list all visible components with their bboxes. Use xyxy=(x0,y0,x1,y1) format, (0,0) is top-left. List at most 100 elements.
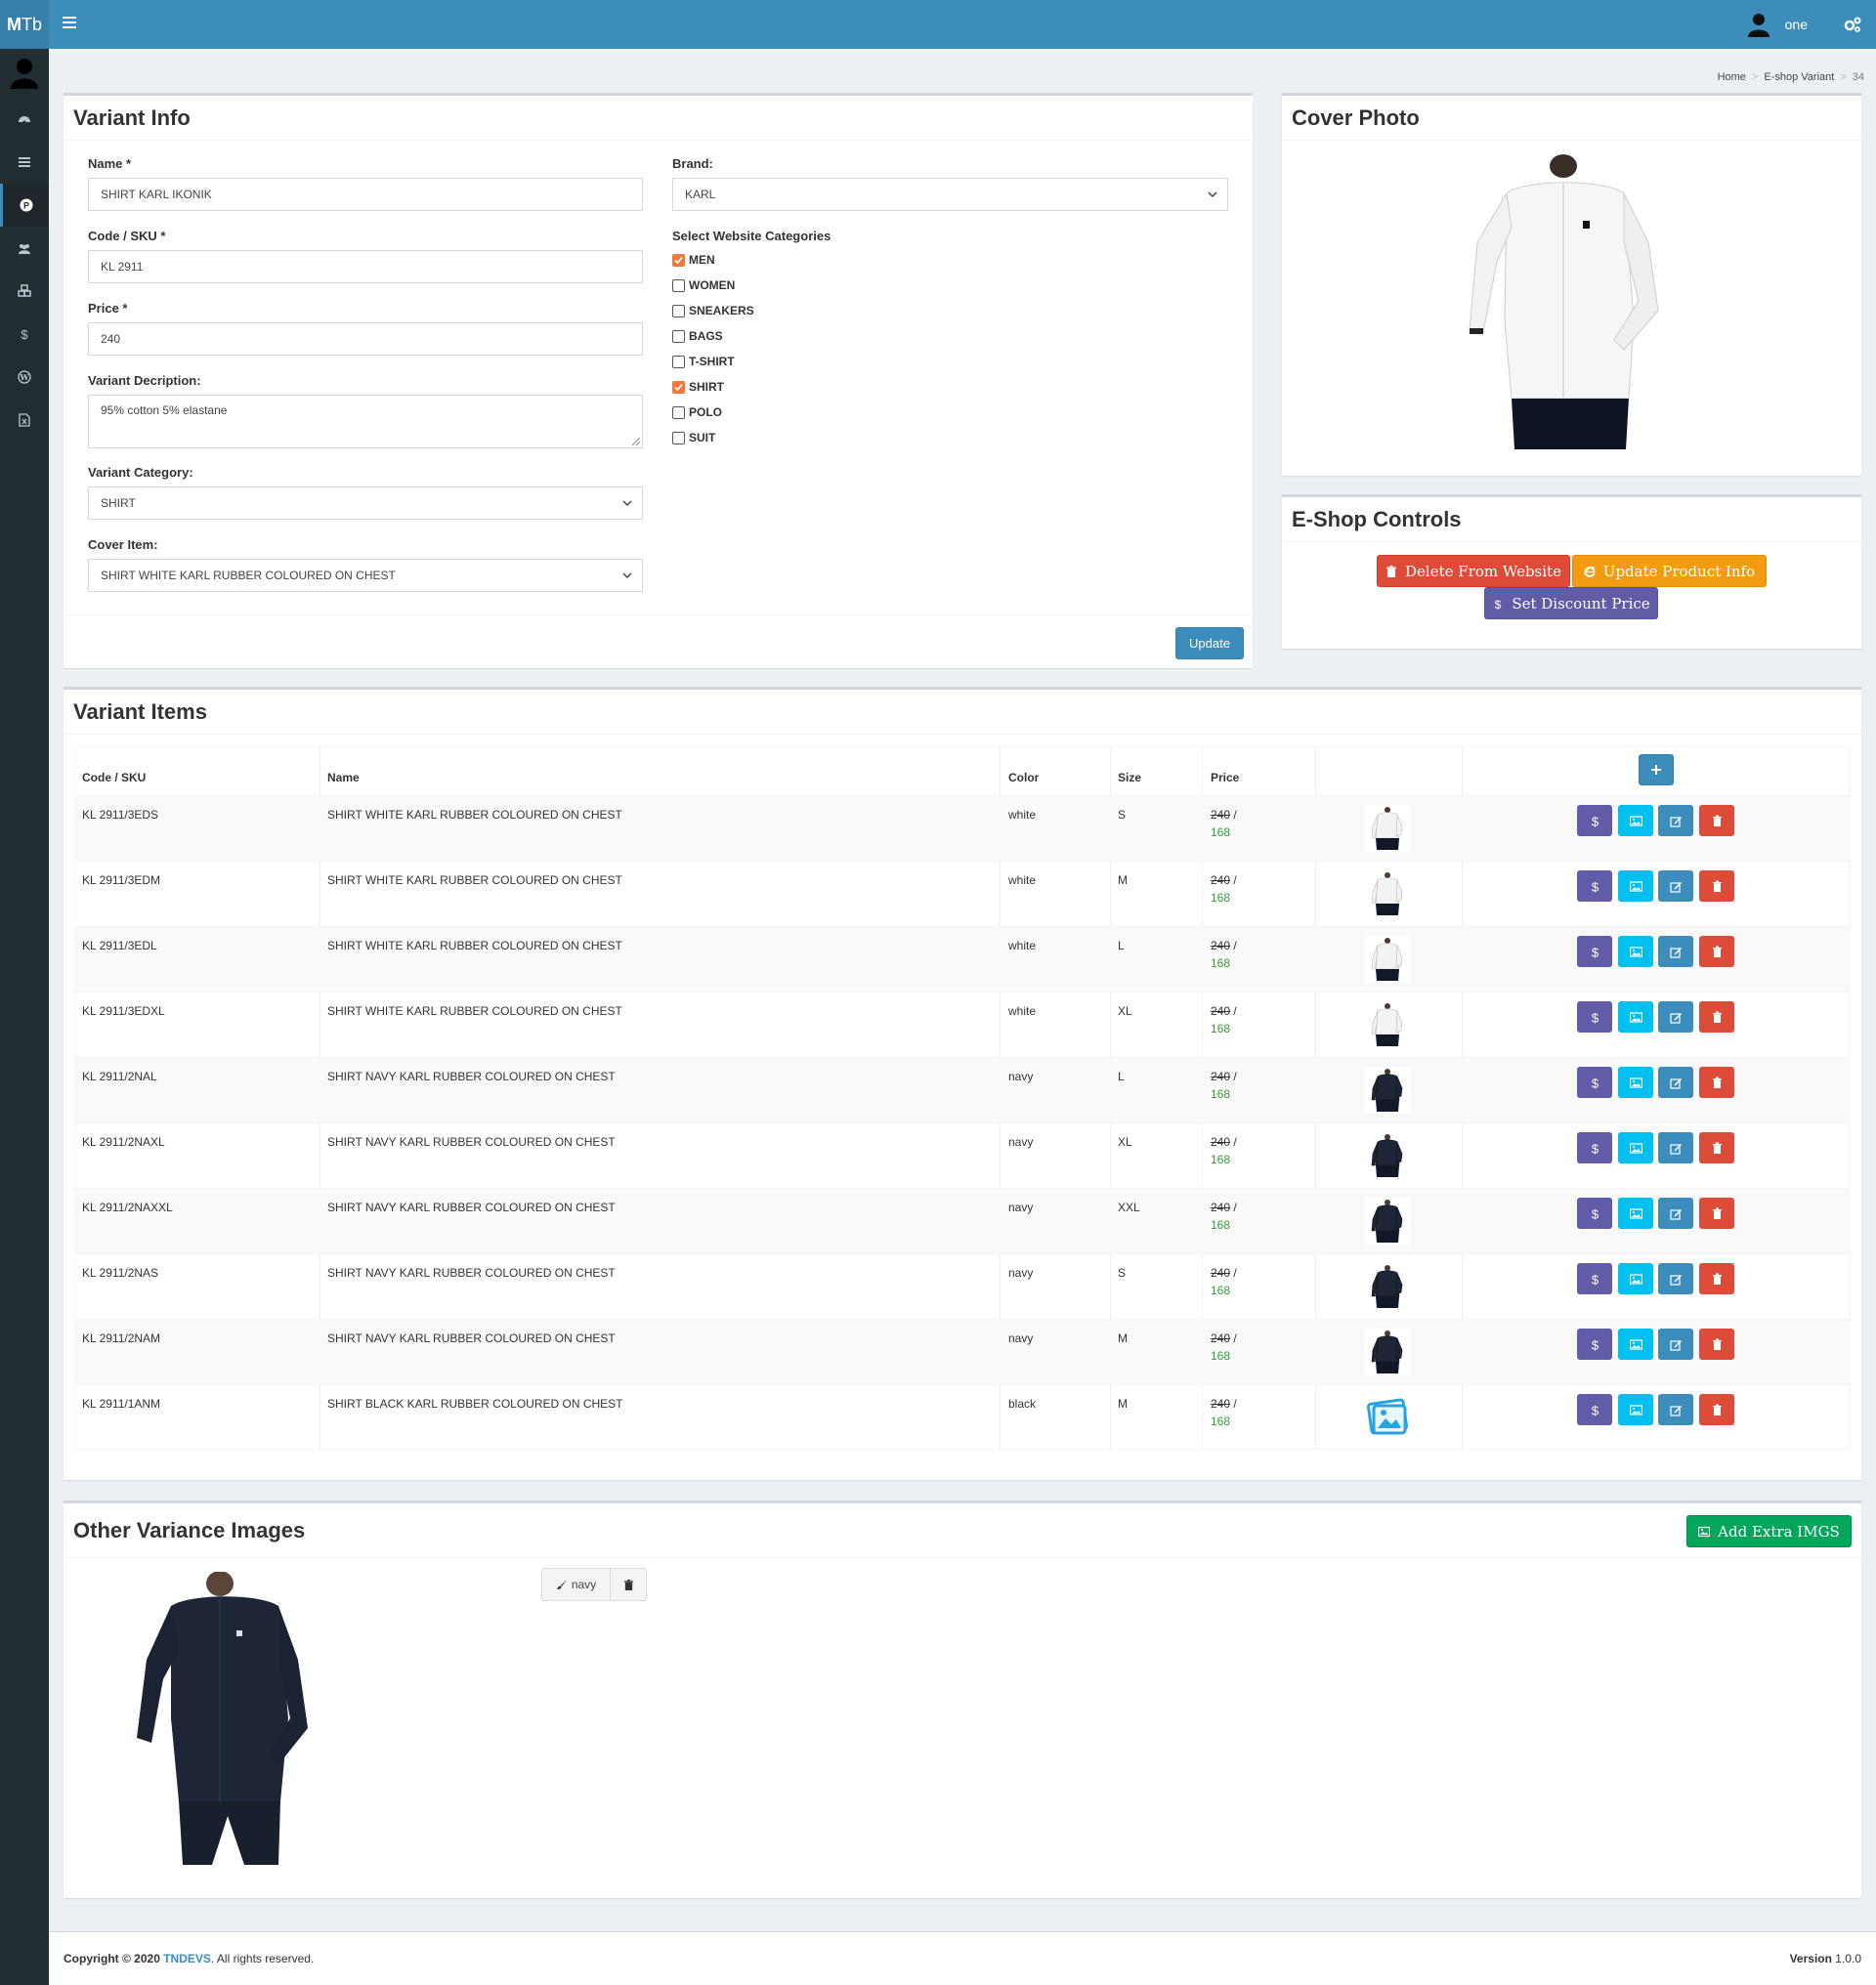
delete-button[interactable] xyxy=(1699,1132,1734,1163)
delete-button[interactable] xyxy=(1699,805,1734,836)
update-button[interactable]: Update xyxy=(1175,627,1244,659)
set-price-button[interactable]: $ xyxy=(1577,805,1612,836)
sidebar-item-finance[interactable]: $ xyxy=(0,313,49,356)
delete-button[interactable] xyxy=(1699,1394,1734,1425)
set-price-button[interactable]: $ xyxy=(1577,1329,1612,1360)
images-button[interactable] xyxy=(1618,1329,1653,1360)
edit-button[interactable] xyxy=(1658,1263,1693,1294)
unchecked-checkbox-icon[interactable] xyxy=(672,405,685,419)
category-checkbox-suit[interactable]: SUIT xyxy=(672,431,715,444)
set-price-button[interactable]: $ xyxy=(1577,1001,1612,1033)
extra-image-navy-shirt[interactable] xyxy=(132,1572,327,1865)
delete-button[interactable] xyxy=(1699,1001,1734,1033)
images-button[interactable] xyxy=(1618,1132,1653,1163)
cover-item-select[interactable]: SHIRT WHITE KARL RUBBER COLOURED ON CHES… xyxy=(88,559,643,592)
images-button[interactable] xyxy=(1618,1263,1653,1294)
edit-button[interactable] xyxy=(1658,1132,1693,1163)
breadcrumb-section[interactable]: E-shop Variant xyxy=(1764,71,1834,83)
unchecked-checkbox-icon[interactable] xyxy=(672,329,685,343)
settings-gears-icon[interactable] xyxy=(1843,15,1862,34)
category-select[interactable]: SHIRT xyxy=(88,486,643,520)
delete-button[interactable] xyxy=(1699,1067,1734,1098)
name-input[interactable]: SHIRT KARL IKONIK xyxy=(88,178,643,211)
delete-button[interactable] xyxy=(1699,1198,1734,1229)
category-checkbox-men[interactable]: MEN xyxy=(672,253,715,267)
edit-button[interactable] xyxy=(1658,805,1693,836)
category-checkbox-t-shirt[interactable]: T-SHIRT xyxy=(672,355,735,368)
images-button[interactable] xyxy=(1618,805,1653,836)
delete-button[interactable] xyxy=(1699,1329,1734,1360)
description-textarea[interactable]: 95% cotton 5% elastane xyxy=(88,395,643,448)
row-thumbnail[interactable] xyxy=(1364,1001,1411,1048)
update-product-info-button[interactable]: Update Product Info xyxy=(1572,555,1767,587)
checked-checkbox-icon[interactable] xyxy=(672,380,685,394)
unchecked-checkbox-icon[interactable] xyxy=(672,304,685,317)
unchecked-checkbox-icon[interactable] xyxy=(672,355,685,368)
category-checkbox-sneakers[interactable]: SNEAKERS xyxy=(672,304,754,317)
set-price-button[interactable]: $ xyxy=(1577,870,1612,902)
set-discount-price-button[interactable]: $ Set Discount Price xyxy=(1484,587,1658,619)
delete-button[interactable] xyxy=(1699,936,1734,967)
row-thumbnail[interactable] xyxy=(1364,1132,1411,1179)
category-checkbox-polo[interactable]: POLO xyxy=(672,405,722,419)
breadcrumb-home[interactable]: Home xyxy=(1718,71,1746,83)
images-button[interactable] xyxy=(1618,936,1653,967)
row-thumbnail[interactable] xyxy=(1364,936,1411,983)
set-price-button[interactable]: $ xyxy=(1577,1394,1612,1425)
image-color-tag-button[interactable]: navy xyxy=(542,1569,611,1600)
category-checkbox-shirt[interactable]: SHIRT xyxy=(672,380,724,394)
delete-button[interactable] xyxy=(1699,870,1734,902)
category-checkbox-bags[interactable]: BAGS xyxy=(672,329,723,343)
sidebar-item-dashboard[interactable] xyxy=(0,98,49,141)
app-logo[interactable]: MTb xyxy=(0,0,49,49)
code-input[interactable]: KL 2911 xyxy=(88,250,643,283)
unchecked-checkbox-icon[interactable] xyxy=(672,431,685,444)
sidebar-item-wordpress[interactable]: W xyxy=(0,356,49,399)
edit-button[interactable] xyxy=(1658,1067,1693,1098)
user-menu[interactable]: one xyxy=(1746,12,1808,37)
sidebar-user-avatar[interactable] xyxy=(0,49,49,98)
sidebar-item-users[interactable] xyxy=(0,227,49,270)
edit-button[interactable] xyxy=(1658,1329,1693,1360)
delete-image-button[interactable] xyxy=(611,1569,646,1600)
set-price-button[interactable]: $ xyxy=(1577,936,1612,967)
edit-button[interactable] xyxy=(1658,1198,1693,1229)
checked-checkbox-icon[interactable] xyxy=(672,253,685,267)
set-price-button[interactable]: $ xyxy=(1577,1067,1612,1098)
images-button[interactable] xyxy=(1618,1001,1653,1033)
edit-button[interactable] xyxy=(1658,1394,1693,1425)
brand-select[interactable]: KARL xyxy=(672,178,1228,211)
category-checkbox-women[interactable]: WOMEN xyxy=(672,278,735,292)
image-placeholder-icon[interactable] xyxy=(1364,1394,1411,1441)
company-link[interactable]: TNDEVS xyxy=(163,1952,211,1965)
price-input[interactable]: 240 xyxy=(88,322,643,356)
edit-button[interactable] xyxy=(1658,936,1693,967)
cover-photo-image[interactable] xyxy=(1468,154,1692,449)
add-extra-images-button[interactable]: Add Extra IMGS xyxy=(1686,1515,1852,1547)
delete-from-website-button[interactable]: Delete From Website xyxy=(1377,555,1570,587)
set-price-button[interactable]: $ xyxy=(1577,1132,1612,1163)
delete-button[interactable] xyxy=(1699,1263,1734,1294)
sidebar-item-list[interactable] xyxy=(0,141,49,184)
edit-button[interactable] xyxy=(1658,870,1693,902)
set-price-button[interactable]: $ xyxy=(1577,1263,1612,1294)
resize-handle-icon[interactable] xyxy=(632,438,640,445)
row-thumbnail[interactable] xyxy=(1364,1329,1411,1375)
sidebar-item-inventory[interactable] xyxy=(0,270,49,313)
row-thumbnail[interactable] xyxy=(1364,870,1411,917)
unchecked-checkbox-icon[interactable] xyxy=(672,278,685,292)
images-button[interactable] xyxy=(1618,1067,1653,1098)
add-item-button[interactable] xyxy=(1639,754,1674,785)
sidebar-toggle-button[interactable] xyxy=(63,17,76,28)
row-thumbnail[interactable] xyxy=(1364,1067,1411,1114)
images-button[interactable] xyxy=(1618,870,1653,902)
edit-button[interactable] xyxy=(1658,1001,1693,1033)
sidebar-item-products[interactable]: P xyxy=(0,184,49,227)
row-thumbnail[interactable] xyxy=(1364,805,1411,852)
sidebar-item-excel[interactable] xyxy=(0,399,49,442)
images-button[interactable] xyxy=(1618,1198,1653,1229)
images-button[interactable] xyxy=(1618,1394,1653,1425)
set-price-button[interactable]: $ xyxy=(1577,1198,1612,1229)
row-thumbnail[interactable] xyxy=(1364,1263,1411,1310)
row-thumbnail[interactable] xyxy=(1364,1198,1411,1245)
